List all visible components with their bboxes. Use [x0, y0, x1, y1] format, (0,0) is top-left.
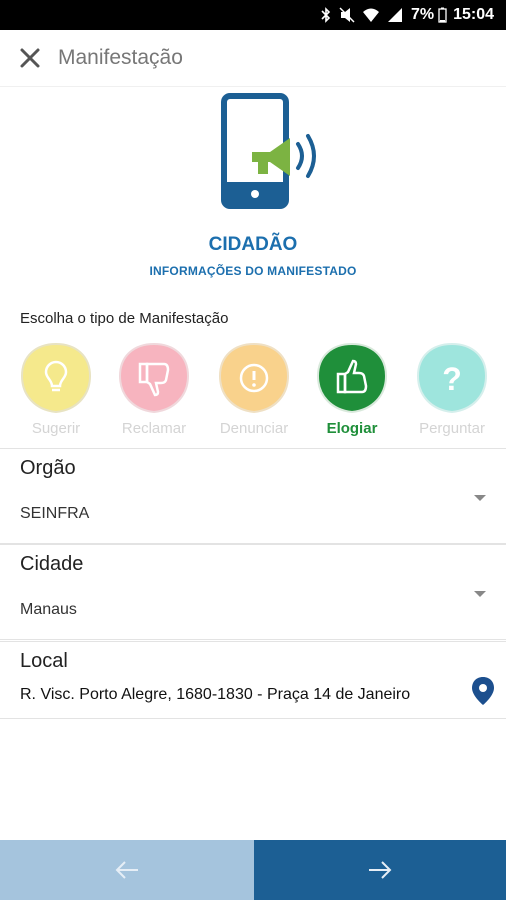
- type-label: Reclamar: [121, 420, 187, 437]
- bluetooth-icon: [321, 7, 331, 23]
- hero-subtitle: INFORMAÇÕES DO MANIFESTADO: [149, 264, 357, 278]
- svg-text:?: ?: [442, 361, 462, 397]
- type-perguntar[interactable]: ? Perguntar: [412, 336, 492, 440]
- battery-percent: 7%: [410, 6, 435, 23]
- arrow-left-icon: [115, 861, 138, 879]
- status-icons: [321, 7, 403, 23]
- type-label: Denunciar: [219, 420, 289, 437]
- arrow-right-icon: [369, 861, 392, 879]
- battery-icon: [438, 7, 447, 23]
- hero-title: CIDADÃO: [208, 234, 298, 255]
- close-icon[interactable]: [18, 46, 42, 70]
- lightbulb-icon: [20, 342, 92, 414]
- status-time: 15:04: [453, 6, 494, 23]
- location-pin-icon[interactable]: [470, 676, 496, 706]
- thumbs-up-icon: [316, 342, 388, 414]
- cidade-value: Manaus: [20, 601, 77, 618]
- orgao-dropdown-arrow-icon[interactable]: [474, 495, 486, 501]
- type-label: Sugerir: [31, 420, 81, 437]
- thumbs-down-icon: [118, 342, 190, 414]
- type-denunciar[interactable]: Denunciar: [214, 336, 294, 440]
- orgao-value: SEINFRA: [20, 505, 90, 522]
- cidade-dropdown-arrow-icon[interactable]: [474, 591, 486, 597]
- exclamation-icon: [218, 342, 290, 414]
- next-button[interactable]: [254, 840, 506, 900]
- orgao-label: Orgão: [20, 457, 76, 479]
- type-label: Perguntar: [419, 420, 485, 437]
- local-label: Local: [20, 650, 68, 672]
- phone-megaphone-icon: [221, 93, 316, 209]
- bottom-navigation: [0, 840, 506, 900]
- page-title: Manifestação: [58, 46, 183, 69]
- type-sugerir[interactable]: Sugerir: [16, 336, 96, 440]
- type-elogiar[interactable]: Elogiar: [312, 336, 392, 440]
- local-input[interactable]: [20, 686, 440, 704]
- type-label: Elogiar: [326, 420, 378, 437]
- type-prompt: Escolha o tipo de Manifestação: [20, 310, 229, 327]
- wifi-icon: [362, 8, 379, 22]
- signal-icon: [387, 8, 402, 22]
- type-reclamar[interactable]: Reclamar: [114, 336, 194, 440]
- previous-button[interactable]: [0, 840, 254, 900]
- orgao-field[interactable]: Orgão SEINFRA: [0, 448, 506, 544]
- app-bar: Manifestação: [0, 30, 506, 87]
- cidade-label: Cidade: [20, 553, 84, 575]
- hero-section: CIDADÃO INFORMAÇÕES DO MANIFESTADO: [0, 86, 506, 286]
- cidade-field[interactable]: Cidade Manaus: [0, 544, 506, 640]
- mute-icon: [339, 7, 355, 23]
- local-field: Local: [0, 641, 506, 719]
- manifestation-types: Sugerir Reclamar Denunciar Elogiar ? Per…: [0, 336, 506, 440]
- question-icon: ?: [416, 342, 488, 414]
- status-bar: 7% 15:04: [0, 0, 506, 30]
